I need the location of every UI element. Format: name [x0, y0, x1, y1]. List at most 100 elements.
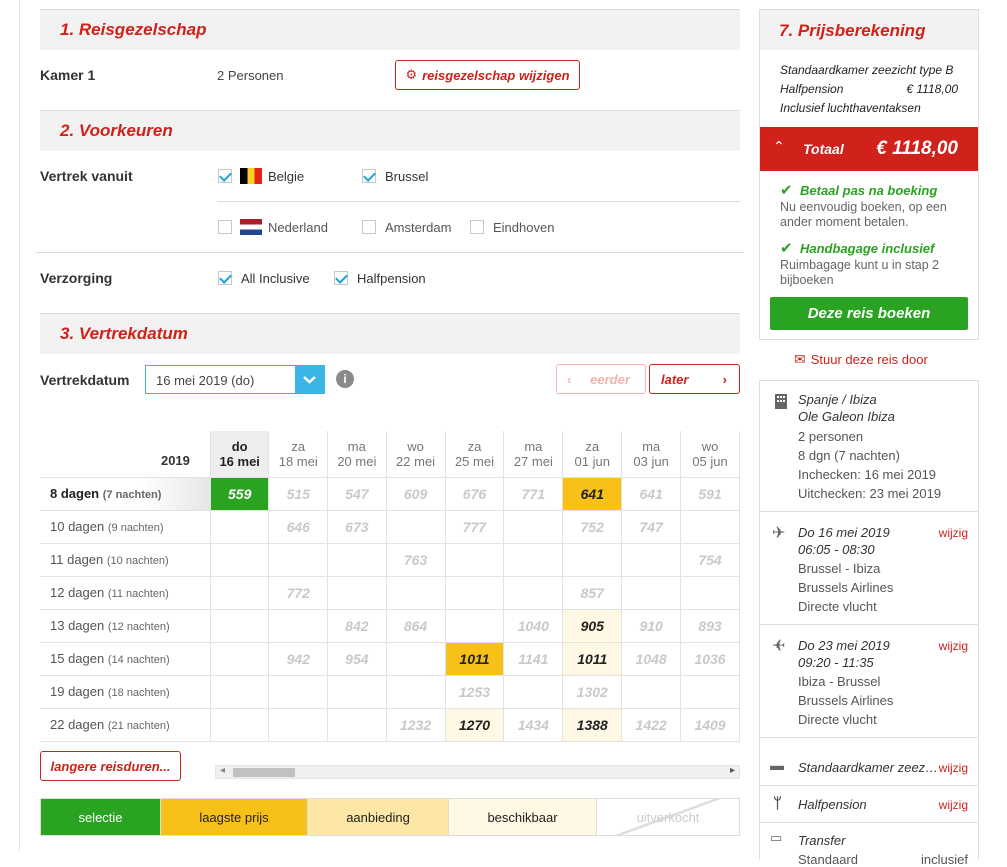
price-cell[interactable]: 1048 [621, 641, 682, 676]
nederland-checkbox[interactable] [218, 220, 232, 234]
calendar-column-header[interactable]: wo 22 mei [385, 431, 446, 478]
price-cell[interactable]: 1011 [562, 641, 623, 676]
price-cell[interactable]: 673 [327, 509, 387, 544]
price-cell[interactable]: 777 [444, 509, 505, 544]
calendar-year: 2019 [40, 431, 211, 478]
brussel-checkbox[interactable] [362, 169, 376, 183]
eerder-button[interactable]: ‹ eerder [556, 364, 646, 394]
price-cell [680, 509, 740, 544]
price-cell[interactable]: 864 [385, 608, 446, 643]
duration-label: 19 dagen (18 nachten) [40, 674, 211, 709]
calendar-column-header[interactable]: za 18 mei [268, 431, 329, 478]
price-cell[interactable]: 1141 [503, 641, 564, 676]
price-cell[interactable]: 1270 [444, 707, 505, 742]
deze-reis-boeken-button[interactable]: Deze reis boeken [770, 297, 968, 330]
calendar-column-header[interactable]: wo 05 jun [680, 431, 740, 478]
flight-wijzig-link[interactable]: wijzig [939, 526, 968, 540]
price-cell[interactable]: 754 [680, 542, 740, 577]
price-cell[interactable]: 1232 [385, 707, 446, 742]
price-cell[interactable]: 771 [503, 476, 564, 511]
later-button[interactable]: later › [649, 364, 740, 394]
stuur-door-link[interactable]: ✉ Stuur deze reis door [794, 351, 928, 368]
price-cell[interactable]: 910 [621, 608, 682, 643]
price-cell[interactable]: 842 [327, 608, 387, 643]
scrollbar-thumb[interactable] [233, 768, 295, 777]
hotel-uitchecken: Uitchecken: 23 mei 2019 [798, 486, 942, 501]
price-cell[interactable]: 772 [268, 575, 329, 610]
price-cell[interactable]: 547 [327, 476, 387, 511]
hotel-inchecken: Inchecken: 16 mei 2019 [798, 467, 937, 482]
price-cell[interactable]: 591 [680, 476, 740, 511]
flight-time: 09:20 - 11:35 [798, 655, 874, 670]
amsterdam-checkbox[interactable] [362, 220, 376, 234]
price-cell[interactable]: 1253 [444, 674, 505, 709]
price-cell[interactable]: 1036 [680, 641, 740, 676]
price-cell[interactable]: 641 [621, 476, 682, 511]
price-calendar-table: 2019 do 16 mei za 18 mei ma 20 mei wo 22 mei… [40, 431, 740, 742]
divider [36, 252, 744, 253]
price-cell [621, 575, 682, 610]
price-cell [209, 542, 270, 577]
price-cell[interactable]: 1388 [562, 707, 623, 742]
calendar-column-header[interactable]: ma 27 mei [503, 431, 564, 478]
price-cell[interactable]: 752 [562, 509, 623, 544]
price-cell[interactable]: 1040 [503, 608, 564, 643]
vertrekdatum-select[interactable]: 16 mei 2019 (do) [145, 365, 325, 394]
price-cell [444, 575, 505, 610]
calendar-column-header[interactable]: ma 03 jun [621, 431, 682, 478]
price-cell[interactable]: 954 [327, 641, 387, 676]
flight-airline: Brussels Airlines [798, 693, 894, 708]
section-title: 2. Voorkeuren [60, 121, 173, 140]
price-cell [268, 707, 329, 742]
price-cell[interactable]: 763 [385, 542, 446, 577]
envelope-icon: ✉ [794, 351, 806, 367]
flight-wijzig-link[interactable]: wijzig [939, 639, 968, 653]
belgium-flag-icon [240, 168, 262, 184]
scroll-right-icon[interactable]: ▸ [730, 765, 735, 776]
price-cell[interactable]: 515 [268, 476, 329, 511]
vertrek-label: Vertrek vanuit [40, 168, 133, 184]
divider [217, 201, 740, 202]
price-cell[interactable]: 905 [562, 608, 623, 643]
price-cell[interactable]: 942 [268, 641, 329, 676]
price-cell[interactable]: 609 [385, 476, 446, 511]
calendar-column-header[interactable]: za 25 mei [444, 431, 505, 478]
duration-label: 13 dagen (12 nachten) [40, 608, 211, 643]
price-cell[interactable]: 1011 [444, 641, 505, 676]
info-icon[interactable]: i [336, 370, 354, 388]
price-cell[interactable]: 559 [209, 476, 270, 511]
chevron-down-icon[interactable] [295, 366, 324, 393]
room-wijzig-link[interactable]: wijzig [939, 761, 968, 775]
calendar-column-header[interactable]: za 01 jun [562, 431, 623, 478]
meal-wijzig-link[interactable]: wijzig [939, 798, 968, 812]
all-inclusive-checkbox[interactable] [218, 271, 232, 285]
price-cell[interactable]: 676 [444, 476, 505, 511]
button-label: reisgezelschap wijzigen [422, 67, 570, 83]
link-label: Stuur deze reis door [810, 352, 928, 367]
price-cell[interactable]: 1434 [503, 707, 564, 742]
price-cell[interactable]: 646 [268, 509, 329, 544]
calendar-scrollbar[interactable]: ◂ ▸ [215, 765, 740, 779]
halfpension-checkbox[interactable] [334, 271, 348, 285]
calendar-column-header[interactable]: ma 20 mei [327, 431, 387, 478]
button-label: later [661, 371, 689, 387]
duration-label: 15 dagen (14 nachten) [40, 641, 211, 676]
price-cell[interactable]: 857 [562, 575, 623, 610]
prijsberekening-header: 7. Prijsberekening [760, 10, 978, 50]
price-cell[interactable]: 1422 [621, 707, 682, 742]
price-cell[interactable]: 1409 [680, 707, 740, 742]
price-cell[interactable]: 1302 [562, 674, 623, 709]
belgie-checkbox[interactable] [218, 169, 232, 183]
betaal-text: Nu eenvoudig boeken, op een ander moment… [780, 200, 947, 229]
price-cell[interactable]: 893 [680, 608, 740, 643]
duration-label: 10 dagen (9 nachten) [40, 509, 211, 544]
price-cell[interactable]: 641 [562, 476, 623, 511]
totaal-bar[interactable]: ⌃ Totaal € 1118,00 [760, 127, 978, 171]
divider [760, 822, 978, 823]
reisgezelschap-wijzigen-button[interactable]: ⚙ reisgezelschap wijzigen [395, 60, 580, 90]
scroll-left-icon[interactable]: ◂ [220, 765, 225, 776]
langere-reisduren-button[interactable]: langere reisduren... [40, 751, 181, 781]
eindhoven-checkbox[interactable] [470, 220, 484, 234]
calendar-column-header[interactable]: do 16 mei [209, 431, 270, 478]
price-cell[interactable]: 747 [621, 509, 682, 544]
